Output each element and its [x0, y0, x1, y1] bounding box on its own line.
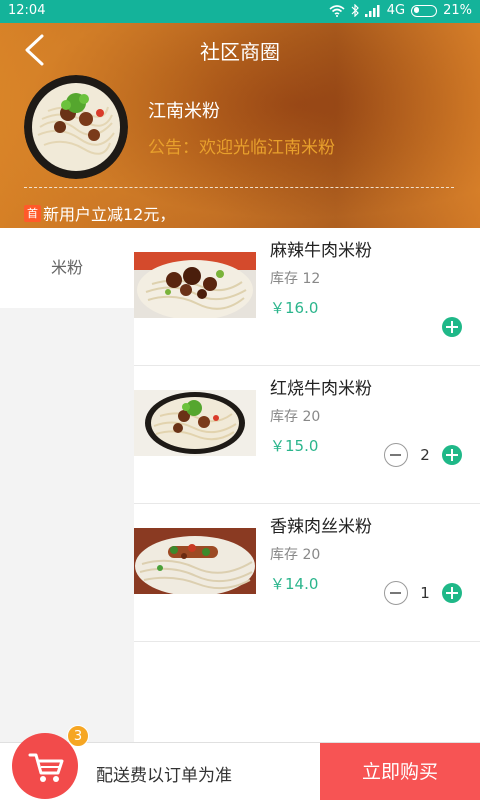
decrease-quantity-button[interactable] — [384, 443, 408, 467]
shop-header: 社区商圈 江南米粉 公告：欢迎光临江南米粉 首 新用户立减12元， — [0, 23, 480, 228]
product-image — [134, 528, 256, 594]
category-sidebar: 米粉 — [0, 228, 134, 742]
product-name: 香辣肉丝米粉 — [270, 517, 372, 537]
delivery-fee-note: 配送费以订单为准 — [96, 766, 232, 786]
page-title: 社区商圈 — [200, 40, 280, 64]
promo-text: 新用户立减12元， — [43, 205, 176, 224]
product-list: 麻辣牛肉米粉 库存 12 ￥16.0 红烧牛肉米粉 库存 20 ￥15.0 2 … — [134, 228, 480, 742]
quantity-stepper: 2 — [384, 443, 462, 467]
quantity-value: 2 — [420, 446, 430, 464]
battery-icon — [411, 4, 438, 17]
shop-name: 江南米粉 — [148, 101, 220, 122]
bottom-bar: 3 配送费以订单为准 立即购买 — [0, 725, 480, 800]
quantity-stepper: 1 — [384, 581, 462, 605]
product-price: ￥14.0 — [270, 575, 319, 593]
battery-percent: 21% — [443, 3, 472, 18]
quantity-value: 1 — [420, 584, 430, 602]
status-bar: 12:04 4G 21% — [0, 0, 480, 23]
product-name: 麻辣牛肉米粉 — [270, 241, 372, 261]
header-divider — [24, 187, 454, 188]
wifi-icon — [329, 4, 345, 17]
promo-badge: 首 — [24, 204, 41, 222]
product-image — [134, 390, 256, 456]
cart-button[interactable]: 3 — [12, 725, 89, 799]
buy-now-button[interactable]: 立即购买 — [320, 743, 480, 800]
product-stock: 库存 12 — [270, 271, 321, 287]
increase-quantity-button[interactable] — [442, 445, 462, 465]
signal-icon — [364, 4, 380, 17]
product-stock: 库存 20 — [270, 547, 321, 563]
status-icons: 4G 21% — [329, 3, 472, 18]
product-price: ￥15.0 — [270, 437, 319, 455]
shop-notice: 公告：欢迎光临江南米粉 — [148, 138, 335, 158]
product-price: ￥16.0 — [270, 299, 319, 317]
shop-logo — [24, 75, 128, 179]
bluetooth-icon — [351, 4, 359, 17]
product-card: 香辣肉丝米粉 库存 20 ￥14.0 1 — [134, 504, 480, 642]
quantity-stepper — [442, 317, 462, 337]
cart-count-badge: 3 — [67, 725, 89, 747]
product-image — [134, 252, 256, 318]
increase-quantity-button[interactable] — [442, 583, 462, 603]
app-screen: 12:04 4G 21% 社区商圈 江南米粉 公告：欢迎光临江南米粉 首 新用户… — [0, 0, 480, 800]
network-label: 4G — [386, 3, 406, 18]
decrease-quantity-button[interactable] — [384, 581, 408, 605]
product-stock: 库存 20 — [270, 409, 321, 425]
category-item-rice-noodle[interactable]: 米粉 — [0, 228, 134, 308]
status-time: 12:04 — [8, 3, 46, 18]
product-name: 红烧牛肉米粉 — [270, 379, 372, 399]
product-card: 红烧牛肉米粉 库存 20 ￥15.0 2 — [134, 366, 480, 504]
product-card: 麻辣牛肉米粉 库存 12 ￥16.0 — [134, 228, 480, 366]
promo-banner: 首 新用户立减12元， — [24, 201, 175, 225]
shopping-cart-icon — [28, 753, 64, 782]
add-to-cart-button[interactable] — [442, 317, 462, 337]
